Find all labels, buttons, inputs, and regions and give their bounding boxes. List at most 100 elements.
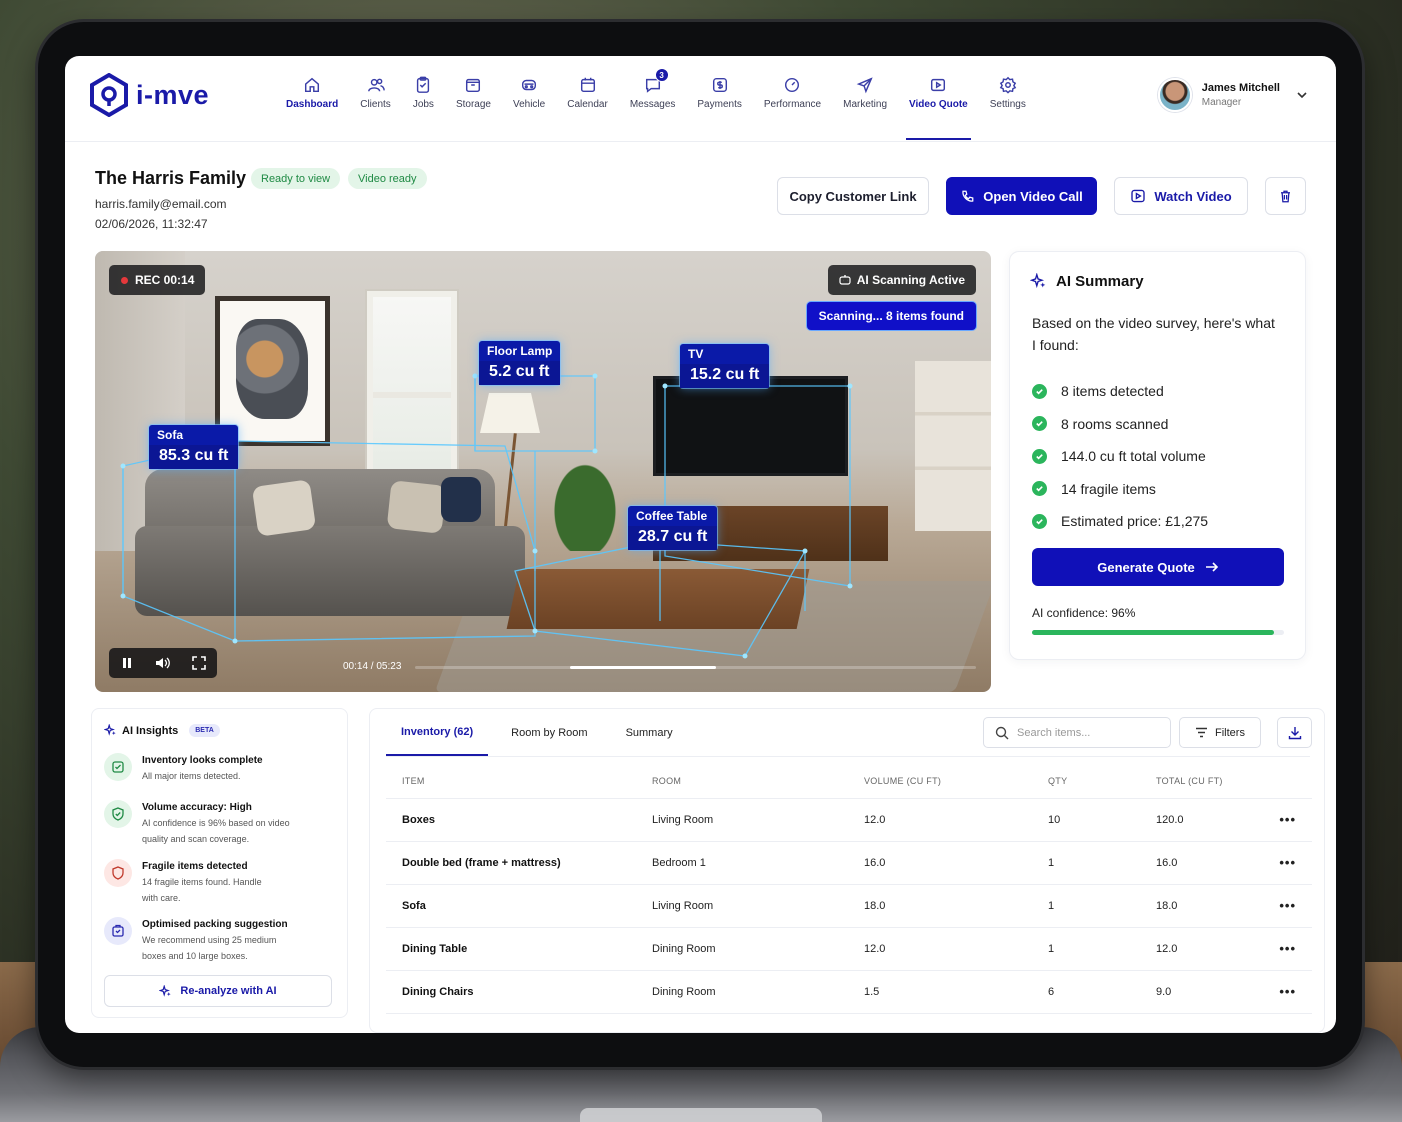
open-video-call-label: Open Video Call <box>983 188 1083 204</box>
column-header-item[interactable]: ITEM <box>386 764 636 799</box>
nav-clients[interactable]: Clients <box>349 76 402 126</box>
cell-item: Boxes <box>386 798 636 842</box>
payment-icon <box>712 77 727 93</box>
nav-marketing[interactable]: Marketing <box>832 76 898 126</box>
summary-point: 8 items detected <box>1061 383 1164 400</box>
app-screen: i-mve Dashboard Clients Jobs Storage Veh… <box>65 56 1336 1033</box>
watch-video-label: Watch Video <box>1154 188 1232 204</box>
ai-insights-header: AI Insights BETA <box>104 724 220 737</box>
nav-payments[interactable]: Payments <box>686 76 752 126</box>
cell-volume: 1.5 <box>848 970 1032 1014</box>
nav-video-quote[interactable]: Video Quote <box>898 76 979 140</box>
sparkle-icon <box>159 984 172 997</box>
main-nav: Dashboard Clients Jobs Storage Vehicle C… <box>275 68 1037 140</box>
video-progress-bar[interactable] <box>415 666 976 669</box>
delete-button[interactable] <box>1265 177 1306 215</box>
client-datetime: 02/06/2026, 11:32:47 <box>95 217 208 231</box>
nav-calendar[interactable]: Calendar <box>556 76 619 126</box>
column-header-volume[interactable]: VOLUME (CU FT) <box>848 764 1032 799</box>
inventory-tabs: Inventory (62) Room by Room Summary <box>386 709 696 756</box>
shield-check-icon <box>104 800 132 828</box>
summary-point: 144.0 cu ft total volume <box>1061 448 1206 465</box>
tab-room-by-room[interactable]: Room by Room <box>496 709 602 756</box>
insight-item: Volume accuracy: High AI confidence is 96… <box>104 800 344 847</box>
nav-messages[interactable]: 3 Messages <box>619 68 687 126</box>
ai-summary-title: AI Summary <box>1056 273 1144 290</box>
column-header-qty[interactable]: QTY <box>1032 764 1140 799</box>
fullscreen-button[interactable] <box>181 648 217 678</box>
gear-icon <box>999 76 1017 94</box>
video-progress-fill <box>570 666 716 669</box>
nav-label: Vehicle <box>512 99 546 110</box>
open-video-call-button[interactable]: Open Video Call <box>946 177 1097 215</box>
generate-quote-label: Generate Quote <box>1097 559 1195 575</box>
video-player[interactable]: Sofa 85.3 cu ft Floor Lamp 5.2 cu ft TV … <box>95 251 991 692</box>
cell-room: Living Room <box>636 798 848 842</box>
users-icon <box>367 78 385 92</box>
cell-room: Dining Room <box>636 970 848 1014</box>
filters-button[interactable]: Filters <box>1179 717 1261 748</box>
more-options-icon[interactable]: ••• <box>1250 970 1312 1014</box>
volume-button[interactable] <box>145 648 181 678</box>
more-options-icon[interactable]: ••• <box>1250 798 1312 842</box>
cell-total: 12.0 <box>1140 927 1250 971</box>
copy-link-label: Copy Customer Link <box>789 188 917 204</box>
cell-item: Dining Table <box>386 927 636 971</box>
pause-button[interactable] <box>109 648 145 678</box>
table-row[interactable]: Dining Table Dining Room 12.0 1 12.0 ••• <box>386 927 1312 971</box>
filter-icon <box>1196 727 1208 738</box>
user-menu[interactable]: James Mitchell Manager <box>1157 78 1308 112</box>
calendar-icon <box>580 77 595 93</box>
nav-vehicle[interactable]: Vehicle <box>502 76 556 126</box>
summary-point: 14 fragile items <box>1061 480 1156 497</box>
more-options-icon[interactable]: ••• <box>1250 841 1312 885</box>
generate-quote-button[interactable]: Generate Quote <box>1032 548 1284 586</box>
ai-insights-title: AI Insights <box>122 724 179 737</box>
detection-tag-sofa: Sofa 85.3 cu ft <box>149 425 239 469</box>
cell-volume: 12.0 <box>848 927 1032 971</box>
chevron-down-icon[interactable] <box>1296 89 1308 101</box>
play-circle-icon <box>1131 189 1146 203</box>
ai-summary-card: AI Summary Based on the video survey, he… <box>1009 251 1306 660</box>
insight-text: All major items detected. <box>142 771 241 781</box>
insight-item: Fragile items detected 14 fragile items f… <box>104 859 344 906</box>
nav-dashboard[interactable]: Dashboard <box>275 76 349 126</box>
nav-settings[interactable]: Settings <box>979 76 1037 126</box>
insight-text: 14 fragile items found. Handle with care… <box>142 877 262 903</box>
cell-qty: 10 <box>1032 798 1140 842</box>
watch-video-button[interactable]: Watch Video <box>1114 177 1248 215</box>
app-logo[interactable]: i-mve <box>90 73 209 117</box>
nav-label: Performance <box>763 99 822 110</box>
table-row[interactable]: Dining Chairs Dining Room 1.5 6 9.0 ••• <box>386 970 1312 1014</box>
table-row[interactable]: Double bed (frame + mattress) Bedroom 1 … <box>386 841 1312 885</box>
column-header-total[interactable]: TOTAL (CU FT) <box>1140 764 1250 799</box>
tab-summary[interactable]: Summary <box>611 709 688 756</box>
cell-qty: 1 <box>1032 841 1140 885</box>
detection-name: Floor Lamp <box>487 344 553 358</box>
more-options-icon[interactable]: ••• <box>1250 884 1312 928</box>
inventory-panel: Inventory (62) Room by Room Summary Filt… <box>369 708 1325 1033</box>
download-button[interactable] <box>1277 717 1312 748</box>
nav-jobs[interactable]: Jobs <box>402 76 445 126</box>
tab-inventory[interactable]: Inventory (62) <box>386 709 489 756</box>
copy-link-button[interactable]: Copy Customer Link <box>777 177 929 215</box>
list-item: 8 rooms scanned <box>1032 408 1208 441</box>
pause-icon <box>123 658 131 668</box>
detection-name: Sofa <box>157 428 184 442</box>
ai-insights-panel: AI Insights BETA Inventory looks complet… <box>91 708 348 1018</box>
table-row[interactable]: Boxes Living Room 12.0 10 120.0 ••• <box>386 798 1312 842</box>
reanalyze-button[interactable]: Re-analyze with AI <box>104 975 332 1007</box>
more-options-icon[interactable]: ••• <box>1250 927 1312 971</box>
column-header-room[interactable]: ROOM <box>636 764 848 799</box>
nav-storage[interactable]: Storage <box>445 76 502 126</box>
check-icon <box>1032 383 1047 399</box>
cell-total: 9.0 <box>1140 970 1250 1014</box>
cell-volume: 18.0 <box>848 884 1032 928</box>
nav-performance[interactable]: Performance <box>753 76 832 126</box>
table-row[interactable]: Sofa Living Room 18.0 1 18.0 ••• <box>386 884 1312 928</box>
detection-tag-floor-lamp: Floor Lamp 5.2 cu ft <box>479 341 561 385</box>
search-box <box>983 717 1171 748</box>
search-icon <box>995 726 1009 739</box>
nav-label: Calendar <box>567 99 608 110</box>
search-input[interactable] <box>1017 726 1157 739</box>
